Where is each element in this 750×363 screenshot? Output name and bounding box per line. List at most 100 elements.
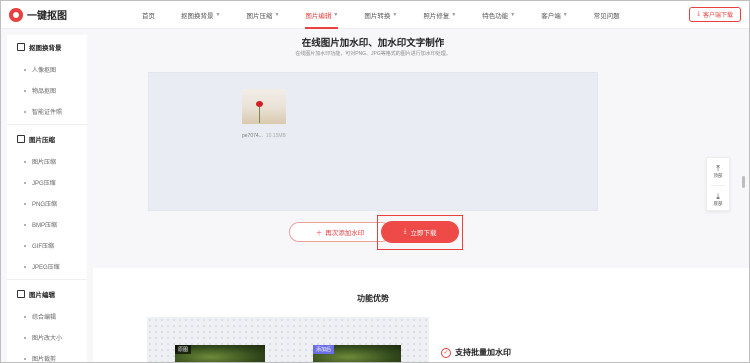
plus-icon: ＋ (315, 230, 323, 237)
sidebar-item[interactable]: 图片改大小 (7, 327, 87, 348)
page-scrollbar-thumb[interactable] (742, 176, 745, 188)
image-thumbnail[interactable] (242, 89, 286, 124)
scroll-float-toolbar: ⤒ 顶部 ⤓ 底部 (706, 157, 730, 211)
thumbnail-stem (259, 107, 260, 123)
chevron-down-icon: ▼ (333, 12, 339, 18)
sidebar-item[interactable]: 物品抠图 (7, 80, 87, 101)
app-window: 一键抠图 首页 抠图换背景 ▼ 图片压缩 ▼ 图片编辑 ▼ 图片转换 ▼ 照片修复 ▼ 特色功能 ▼ 客户… (0, 0, 750, 363)
nav-item-label: 图片编辑 (305, 13, 332, 20)
sidebar-item-label: 图片裁剪 (32, 357, 57, 363)
page-subtitle: 在线图片加水印功能，可对PNG、JPG等格式的图片进行加水印处理。 (295, 51, 451, 57)
sidebar-section-header[interactable]: 抠图换背景 (7, 35, 87, 59)
sidebar-item-label: 图片压缩 (32, 160, 57, 166)
logo[interactable]: 一键抠图 (9, 7, 67, 22)
download-icon: ⤓ (697, 11, 700, 17)
nav-item-label: 抠图换背景 (181, 13, 214, 20)
sidebar-item-label: BMP压缩 (32, 223, 58, 229)
nav-item-label: 照片修复 (423, 13, 450, 20)
bullet-icon (24, 223, 26, 226)
readd-watermark-button[interactable]: ＋ 再次添加水印 (289, 222, 391, 242)
nav-item-1[interactable]: 抠图换背景 ▼ (168, 1, 233, 29)
sidebar-item[interactable]: PNG压缩 (7, 193, 87, 214)
sidebar-item[interactable]: 智能证件照 (7, 101, 87, 122)
sidebar-item-label: JPEG压缩 (32, 265, 60, 271)
chevron-down-icon: ▼ (274, 12, 280, 18)
logo-icon (9, 7, 23, 22)
sidebar-divider (7, 124, 87, 125)
nav-item-label: 常见问题 (593, 13, 620, 20)
top-navbar: 一键抠图 首页 抠图换背景 ▼ 图片压缩 ▼ 图片编辑 ▼ 图片转换 ▼ 照片修复 ▼ 特色功能 ▼ 客户… (1, 1, 749, 29)
chevron-down-icon: ▼ (451, 12, 457, 18)
sidebar-item-label: 图片改大小 (32, 336, 63, 342)
brand-name: 一键抠图 (27, 11, 67, 22)
sidebar-item[interactable]: 图片压缩 (7, 151, 87, 172)
client-download-button[interactable]: ⤓ 客户端下载 (689, 7, 741, 22)
sidebar-item-label: GIF压缩 (32, 244, 54, 250)
file-caption: pe7074... 10.15MB (242, 133, 286, 139)
page-title: 在线图片加水印、加水印文字制作 (301, 38, 445, 49)
sidebar-item-label: 综合编辑 (32, 315, 57, 321)
check-circle-icon: ✓ (441, 347, 451, 358)
nav-item-2[interactable]: 图片压缩 ▼ (233, 1, 292, 29)
bullet-icon (24, 357, 26, 360)
readd-watermark-label: 再次添加水印 (325, 230, 365, 237)
bullet-icon (24, 68, 26, 71)
features-title: 功能优势 (357, 294, 389, 303)
bullet-icon (24, 110, 26, 113)
sidebar-item[interactable]: 图片裁剪 (7, 348, 87, 363)
sidebar-section-title: 图片编辑 (29, 292, 55, 299)
thumbnail-flower (256, 101, 263, 107)
main-nav: 首页 抠图换背景 ▼ 图片压缩 ▼ 图片编辑 ▼ 图片转换 ▼ 照片修复 ▼ 特色功能 ▼ 客户端 ▼ 常见问… (129, 1, 633, 29)
sidebar-item[interactable]: JPG压缩 (7, 172, 87, 193)
sidebar-item-label: JPG压缩 (32, 181, 56, 187)
sidebar-divider (7, 279, 87, 280)
bullet-icon (24, 315, 26, 318)
bullet-icon (24, 265, 26, 268)
scroll-bottom-button[interactable]: ⤓ 底部 (707, 186, 729, 213)
sidebar-item-label: 物品抠图 (32, 89, 57, 95)
sidebar-section-header[interactable]: 图片压缩 (7, 127, 87, 151)
sidebar-section-title: 抠图换背景 (29, 45, 62, 52)
file-size: 10.15MB (265, 133, 286, 139)
sidebar-item[interactable]: BMP压缩 (7, 214, 87, 235)
nav-item-6[interactable]: 特色功能 ▼ (469, 1, 528, 29)
upload-preview-area[interactable]: pe7074... 10.15MB (148, 72, 598, 211)
sidebar-item[interactable]: 人像抠图 (7, 59, 87, 80)
scroll-top-button[interactable]: ⤒ 顶部 (707, 158, 729, 185)
nav-item-4[interactable]: 图片转换 ▼ (351, 1, 410, 29)
arrow-down-icon: ⤓ (716, 191, 720, 201)
main-content: 在线图片加水印、加水印文字制作 在线图片加水印功能，可对PNG、JPG等格式的图… (93, 29, 749, 362)
bullet-icon (24, 160, 26, 163)
chevron-down-icon: ▼ (510, 12, 516, 18)
chevron-down-icon: ▼ (215, 12, 221, 18)
bullet-icon (24, 202, 26, 205)
nav-item-label: 特色功能 (482, 13, 509, 20)
feature-item-batch: ✓ 支持批量加水印 (441, 347, 511, 358)
scroll-bottom-label: 底部 (713, 200, 723, 206)
image-icon (17, 135, 25, 143)
sidebar-item[interactable]: JPEG压缩 (7, 256, 87, 277)
sidebar-section-title: 图片压缩 (29, 137, 55, 144)
sidebar-section-header[interactable]: 图片编辑 (7, 282, 87, 306)
nav-item-label: 首页 (142, 13, 155, 20)
nav-item-3[interactable]: 图片编辑 ▼ (292, 1, 351, 29)
chevron-down-icon: ▼ (562, 12, 568, 18)
nav-item-7[interactable]: 客户端 ▼ (528, 1, 580, 29)
nav-item-0[interactable]: 首页 (129, 1, 168, 29)
nav-item-5[interactable]: 照片修复 ▼ (410, 1, 469, 29)
feature-item-label: 支持批量加水印 (455, 348, 511, 357)
bullet-icon (24, 244, 26, 247)
chevron-down-icon: ▼ (392, 12, 398, 18)
original-photo: 原图 (175, 345, 265, 362)
watermarked-photo: 添加后 (313, 345, 401, 362)
download-now-button[interactable]: ⤓ 立即下载 (381, 221, 459, 243)
sidebar-item-label: 智能证件照 (32, 110, 63, 116)
nav-item-label: 图片压缩 (246, 13, 273, 20)
image-icon (17, 290, 25, 298)
sidebar-item[interactable]: 综合编辑 (7, 306, 87, 327)
client-download-label: 客户端下载 (702, 13, 733, 19)
nav-item-label: 客户端 (541, 13, 561, 20)
image-icon (17, 43, 25, 51)
nav-item-8[interactable]: 常见问题 (581, 1, 633, 29)
sidebar-item[interactable]: GIF压缩 (7, 235, 87, 256)
